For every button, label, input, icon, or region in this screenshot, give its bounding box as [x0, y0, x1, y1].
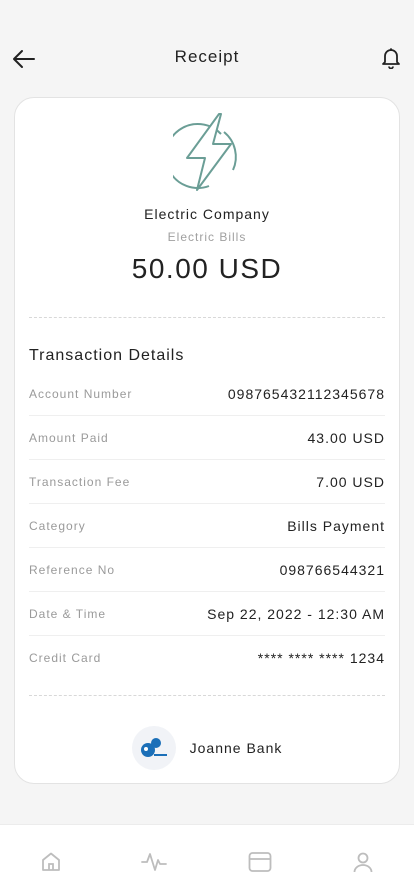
nav-home[interactable] [38, 849, 64, 875]
lightning-bolt-icon [164, 113, 237, 191]
company-category: Electric Bills [167, 230, 247, 244]
bell-icon [382, 48, 400, 69]
home-icon [42, 852, 60, 871]
detail-label: Date & Time [29, 606, 107, 621]
nav-profile[interactable] [350, 849, 376, 875]
detail-row-date-time: Date & Time Sep 22, 2022 - 12:30 AM [29, 592, 385, 636]
detail-value: 7.00 USD [316, 473, 385, 490]
detail-label: Amount Paid [29, 430, 109, 445]
header: Receipt [0, 0, 414, 100]
detail-value: **** **** **** 1234 [257, 650, 385, 666]
detail-row-category: Category Bills Payment [29, 504, 385, 548]
detail-label: Transaction Fee [29, 474, 131, 489]
divider [29, 695, 385, 696]
activity-icon [141, 853, 167, 871]
nav-cards[interactable] [247, 849, 273, 875]
company-logo [164, 108, 245, 194]
transaction-details-list: Account Number 098765432112345678 Amount… [29, 372, 385, 680]
bank-name: Joanne Bank [189, 740, 283, 756]
bottom-nav [0, 824, 414, 896]
company-name: Electric Company [144, 206, 270, 222]
detail-value: 098765432112345678 [227, 385, 385, 402]
detail-value: Bills Payment [287, 517, 385, 534]
nav-activity[interactable] [141, 849, 167, 875]
detail-row-credit-card: Credit Card **** **** **** 1234 [29, 636, 385, 680]
notifications-button[interactable] [378, 45, 404, 71]
detail-row-transaction-fee: Transaction Fee 7.00 USD [29, 460, 385, 504]
detail-row-reference-no: Reference No 098766544321 [29, 548, 385, 592]
detail-label: Category [29, 518, 86, 533]
total-amount: 50.00 USD [131, 253, 283, 284]
divider [29, 317, 385, 318]
detail-value: 43.00 USD [307, 429, 385, 446]
receipt-screen: Receipt Electric Company Electric Bills … [0, 0, 414, 896]
detail-value: 098766544321 [279, 561, 385, 578]
profile-icon [353, 852, 373, 873]
page-title: Receipt [174, 47, 240, 66]
detail-label: Account Number [29, 386, 133, 401]
detail-value: Sep 22, 2022 - 12:30 AM [207, 605, 385, 622]
card-icon [248, 852, 272, 872]
receipt-card: Electric Company Electric Bills 50.00 US… [14, 97, 400, 784]
bank-logo [131, 726, 176, 770]
detail-row-amount-paid: Amount Paid 43.00 USD [29, 416, 385, 460]
bank-info: Joanne Bank [15, 726, 399, 770]
detail-label: Reference No [29, 562, 116, 577]
detail-row-account-number: Account Number 098765432112345678 [29, 372, 385, 416]
transaction-details-title: Transaction Details [29, 347, 185, 364]
bank-logo-icon [140, 738, 167, 757]
detail-label: Credit Card [29, 651, 102, 665]
